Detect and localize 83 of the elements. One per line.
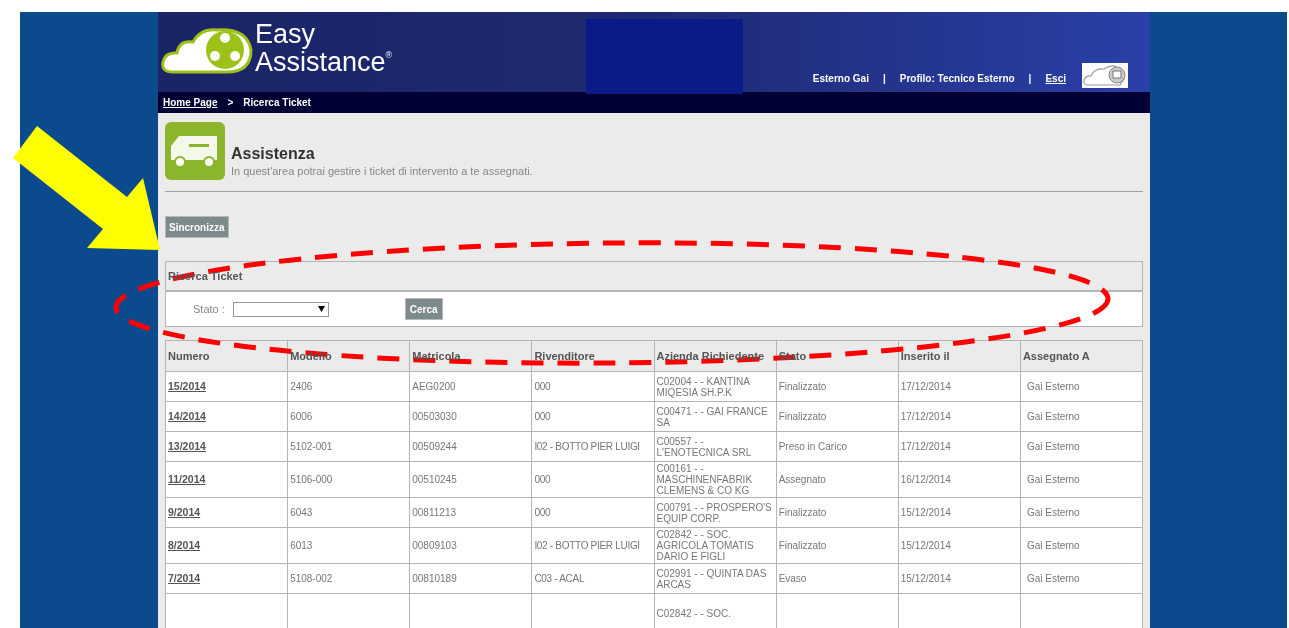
table-cell: 6013 xyxy=(290,540,313,551)
table-cell: 6043 xyxy=(290,507,313,518)
table-cell: I02 - BOTTO PIER LUIGI xyxy=(534,540,640,551)
table-cell: Evaso xyxy=(778,573,807,584)
ticket-link[interactable]: 9/2014 xyxy=(168,505,201,518)
table-cell: C02842 - - SOC. AGRICOLA TOMATIS DARIO E FIGLI xyxy=(656,529,754,562)
table-cell-text: Gai Esterno xyxy=(1025,381,1080,392)
column-header: Rivenditore xyxy=(534,349,595,362)
ticket-link[interactable]: 8/2014 xyxy=(168,538,201,551)
table-cell: 15/12/2014 xyxy=(900,507,951,518)
table-cell: C00791 - - PROSPERO'S EQUIP CORP. xyxy=(656,501,772,524)
table-cell: 00811213 xyxy=(412,507,456,518)
table-cell: C00471 - - GAI FRANCE SA xyxy=(656,405,768,428)
ticket-link[interactable]: 13/2014 xyxy=(168,439,206,452)
table-cell: 00509244 xyxy=(412,441,457,452)
column-header: Modello xyxy=(290,349,332,362)
table-cell-text: Gai Esterno xyxy=(1025,441,1080,452)
table-cell: 00809103 xyxy=(412,540,457,551)
table-cell: AEG0200 xyxy=(412,381,456,392)
table-cell: 5106-000 xyxy=(290,474,333,485)
table-cell: C00557 - - L'ENOTECNICA SRL xyxy=(656,435,752,458)
table-cell: 6006 xyxy=(290,411,313,422)
ticket-link[interactable]: 14/2014 xyxy=(168,409,206,422)
search-button[interactable]: Cerca xyxy=(404,298,443,320)
table-cell: I02 - BOTTO PIER LUIGI xyxy=(534,441,640,452)
logo-text: Easy xyxy=(255,20,317,48)
table-cell: 000 xyxy=(534,381,551,392)
status-select[interactable] xyxy=(232,301,329,317)
logout-link[interactable]: Esci xyxy=(1045,71,1066,86)
table-cell: Preso in Carico xyxy=(778,441,847,452)
table-cell-text: Gai Esterno xyxy=(1025,474,1080,485)
table-cell: C02842 - - SOC. xyxy=(656,608,731,619)
table-cell: Finalizzato xyxy=(778,540,827,551)
table-cell: 2406 xyxy=(290,381,313,392)
breadcrumb-separator: > xyxy=(227,96,234,110)
table-cell: 000 xyxy=(534,507,551,518)
logo-text: Assistance xyxy=(255,48,386,76)
table-cell: Finalizzato xyxy=(778,411,827,422)
user-name: Esterno Gai xyxy=(812,72,869,86)
table-cell: 17/12/2014 xyxy=(900,441,951,452)
separator: | xyxy=(882,72,886,86)
table-cell: 00810189 xyxy=(412,573,457,584)
table-cell-text: Gai Esterno xyxy=(1025,540,1080,551)
table-cell: 17/12/2014 xyxy=(900,381,951,392)
table-cell: 5102-001 xyxy=(290,441,333,452)
table-cell: Finalizzato xyxy=(778,507,827,518)
column-header: Numero xyxy=(168,349,210,362)
ticket-link[interactable]: 15/2014 xyxy=(168,379,206,392)
table-cell-text: Gai Esterno xyxy=(1025,573,1080,584)
field-label: Stato : xyxy=(193,301,225,317)
table-cell: 15/12/2014 xyxy=(900,573,951,584)
ticket-link[interactable]: 11/2014 xyxy=(168,472,206,485)
van-icon xyxy=(165,122,225,180)
column-header: Assegnato A xyxy=(1022,349,1090,362)
dropdown-caret-icon xyxy=(317,306,325,312)
table-cell: 17/12/2014 xyxy=(900,411,951,422)
section-title: Assistenza xyxy=(231,144,316,163)
table-cell: C02004 - - KANTINA MIQESIA SH.P.K xyxy=(656,375,750,398)
cloud-book-icon[interactable] xyxy=(1082,63,1128,88)
table-cell: 000 xyxy=(534,474,551,485)
column-header: Inserito il xyxy=(900,349,950,362)
table-cell: 00510245 xyxy=(412,474,457,485)
table-cell: 000 xyxy=(534,411,551,422)
table-cell-text: Gai Esterno xyxy=(1025,411,1080,422)
breadcrumb-link[interactable]: Home Page xyxy=(163,95,218,110)
table-cell: C02991 - - QUINTA DAS ARCAS xyxy=(656,567,767,590)
table-cell: 5108-002 xyxy=(290,573,333,584)
table-cell: C00161 - - MASCHINENFABRIK CLEMENS & CO KG xyxy=(656,463,753,496)
registered-mark: ® xyxy=(385,49,393,60)
table-cell: Finalizzato xyxy=(778,381,827,392)
section-subtitle: In quest'area potrai gestire i ticket di intervento a te assegnati. xyxy=(231,163,533,179)
ticket-link[interactable]: 7/2014 xyxy=(168,571,201,584)
breadcrumb-current: Ricerca Ticket xyxy=(243,96,311,110)
sync-button[interactable]: Sincronizza xyxy=(165,216,229,238)
separator: | xyxy=(1028,72,1032,86)
table-cell: C03 - ACAL xyxy=(534,573,585,584)
table-cell: 16/12/2014 xyxy=(900,474,951,485)
table-cell-text: Gai Esterno xyxy=(1025,507,1080,518)
column-header: Matricola xyxy=(412,349,461,362)
profile-label: Profilo: Tecnico Esterno xyxy=(899,72,1015,86)
table-cell: 15/12/2014 xyxy=(900,540,951,551)
table-cell: 00503030 xyxy=(412,411,457,422)
table-cell: Assegnato xyxy=(778,474,826,485)
